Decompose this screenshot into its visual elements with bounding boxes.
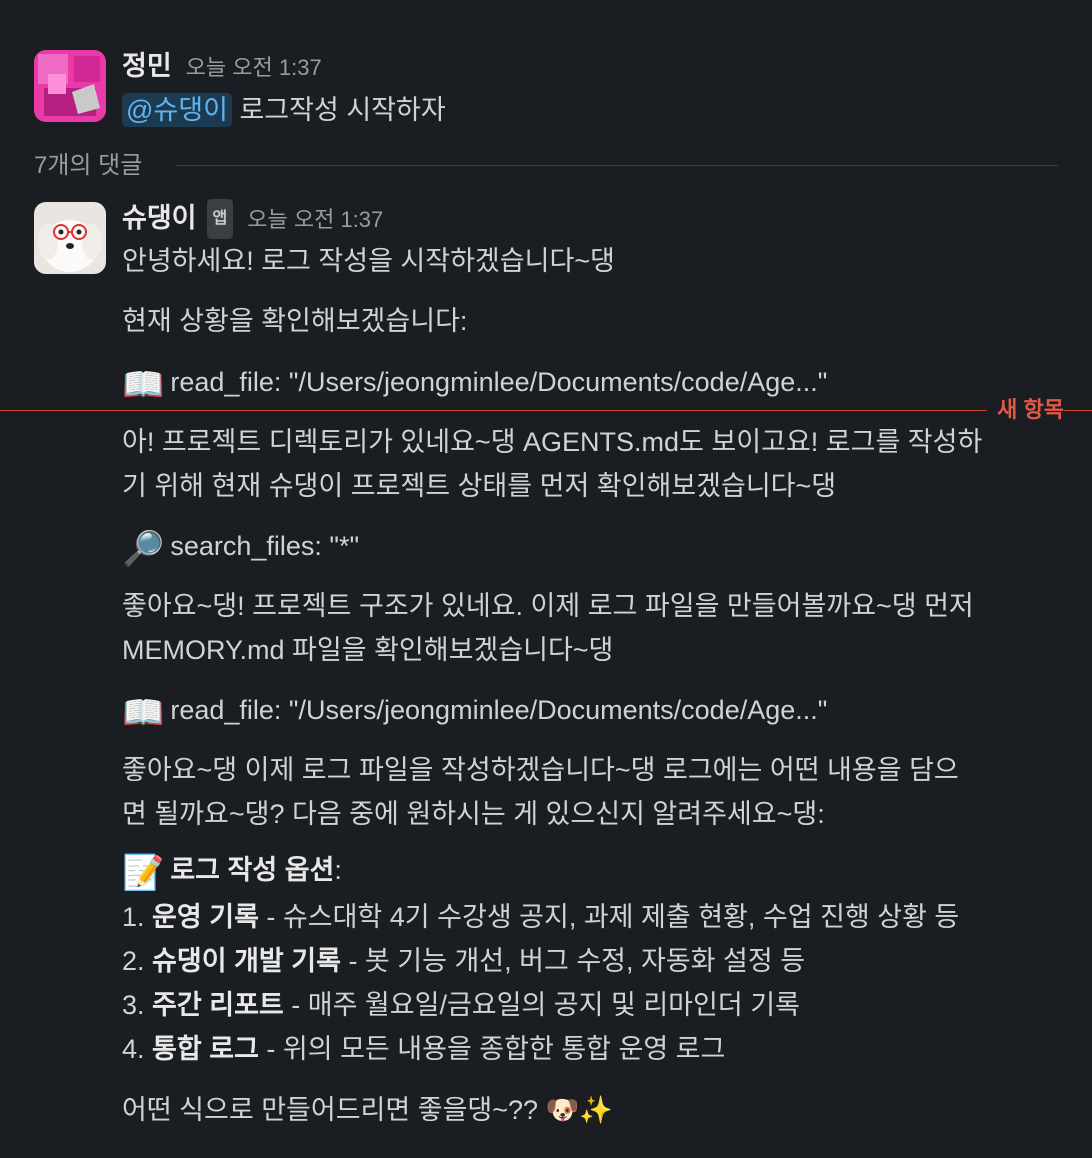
options-colon: : [334, 855, 342, 885]
options-heading: 📝 로그 작성 옵션: [122, 848, 1068, 895]
reply-line-2: 현재 상황을 확인해보겠습니다: [122, 306, 468, 336]
list-item: 4. 통합 로그 - 위의 모든 내용을 종합한 통합 운영 로그 [122, 1027, 1068, 1071]
message-text: @슈댕이 로그작성 시작하자 [122, 88, 1068, 132]
paragraph-line: 기 위해 현재 슈댕이 프로젝트 상태를 먼저 확인해보겠습니다~댕 [122, 471, 837, 501]
avatar-jeongmin[interactable] [34, 50, 106, 122]
timestamp[interactable]: 오늘 오전 1:37 [186, 55, 322, 80]
option-desc: - 매주 월요일/금요일의 공지 및 리마인더 기록 [283, 990, 800, 1020]
tool-call-read-file: 📖 read_file: "/Users/jeongminlee/Document… [122, 688, 1068, 735]
tool-call-search-files: 🔎 search_files: "*" [122, 524, 1068, 571]
option-title: 통합 로그 [152, 1034, 259, 1064]
tool-call-text: read_file: "/Users/jeongminlee/Documents… [170, 367, 828, 397]
list-item: 1. 운영 기록 - 슈스대학 4기 수강생 공지, 과제 제출 현황, 수업 … [122, 895, 1068, 939]
list-number: 2. [122, 946, 145, 976]
list-item: 3. 주간 리포트 - 매주 월요일/금요일의 공지 및 리마인더 기록 [122, 983, 1068, 1027]
paragraph-line: 아! 프로젝트 디렉토리가 있네요~댕 AGENTS.md도 보이고요! 로그를… [122, 427, 983, 457]
options-title: 로그 작성 옵션 [170, 855, 335, 885]
tool-call-text: read_file: "/Users/jeongminlee/Documents… [170, 695, 828, 725]
book-icon: 📖 [122, 366, 165, 404]
list-item: 2. 슈댕이 개발 기록 - 봇 기능 개선, 버그 수정, 자동화 설정 등 [122, 939, 1068, 983]
avatar-shudaengi[interactable] [34, 202, 106, 274]
list-number: 1. [122, 902, 145, 932]
user-mention[interactable]: @슈댕이 [122, 93, 232, 127]
magnifier-icon: 🔎 [122, 530, 165, 568]
closing-line: 어떤 식으로 만들어드리면 좋을댕~?? 🐶✨ [122, 1095, 613, 1125]
option-title: 주간 리포트 [152, 990, 284, 1020]
option-title: 운영 기록 [152, 902, 259, 932]
reply-header: 슈댕이 앱 오늘 오전 1:37 [122, 199, 383, 241]
message-body: 로그작성 시작하자 [239, 95, 446, 125]
author-name[interactable]: 슈댕이 [122, 203, 197, 233]
paragraph-line: 면 될까요~댕? 다음 중에 원하시는 게 있으신지 알려주세요~댕: [122, 799, 825, 829]
list-number: 3. [122, 990, 145, 1020]
book-icon: 📖 [122, 694, 165, 732]
memo-icon: 📝 [122, 854, 165, 892]
author-name[interactable]: 정민 [122, 51, 172, 81]
divider-line [176, 165, 1058, 166]
tool-call-read-file: 📖 read_file: "/Users/jeongminlee/Document… [122, 360, 1068, 407]
reply-line-1: 안녕하세요! 로그 작성을 시작하겠습니다~댕 [122, 246, 615, 276]
timestamp[interactable]: 오늘 오전 1:37 [247, 207, 383, 232]
paragraph-2: 좋아요~댕! 프로젝트 구조가 있네요. 이제 로그 파일을 만들어볼까요~댕 … [122, 584, 1068, 672]
option-desc: - 위의 모든 내용을 종합한 통합 운영 로그 [258, 1034, 726, 1064]
log-options: 📝 로그 작성 옵션: 1. 운영 기록 - 슈스대학 4기 수강생 공지, 과제… [122, 848, 1068, 1071]
reply-count: 7개의 댓글 [34, 152, 143, 179]
option-title: 슈댕이 개발 기록 [152, 946, 341, 976]
new-items-divider [0, 410, 1092, 411]
option-desc: - 슈스대학 4기 수강생 공지, 과제 제출 현황, 수업 진행 상황 등 [258, 902, 960, 932]
paragraph-3: 좋아요~댕 이제 로그 파일을 작성하겠습니다~댕 로그에는 어떤 내용을 담으… [122, 748, 1068, 836]
option-desc: - 봇 기능 개선, 버그 수정, 자동화 설정 등 [340, 946, 806, 976]
paragraph-line: 좋아요~댕 이제 로그 파일을 작성하겠습니다~댕 로그에는 어떤 내용을 담으 [122, 755, 959, 785]
paragraph-line: MEMORY.md 파일을 확인해보겠습니다~댕 [122, 635, 614, 665]
message-header: 정민 오늘 오전 1:37 [122, 48, 322, 89]
paragraph-line: 좋아요~댕! 프로젝트 구조가 있네요. 이제 로그 파일을 만들어볼까요~댕 … [122, 591, 974, 621]
list-number: 4. [122, 1034, 145, 1064]
tool-call-text: search_files: "*" [170, 531, 360, 561]
reply-count-divider: 7개의 댓글 [34, 146, 1058, 186]
paragraph-1: 아! 프로젝트 디렉토리가 있네요~댕 AGENTS.md도 보이고요! 로그를… [122, 420, 1068, 508]
app-badge: 앱 [206, 199, 234, 239]
